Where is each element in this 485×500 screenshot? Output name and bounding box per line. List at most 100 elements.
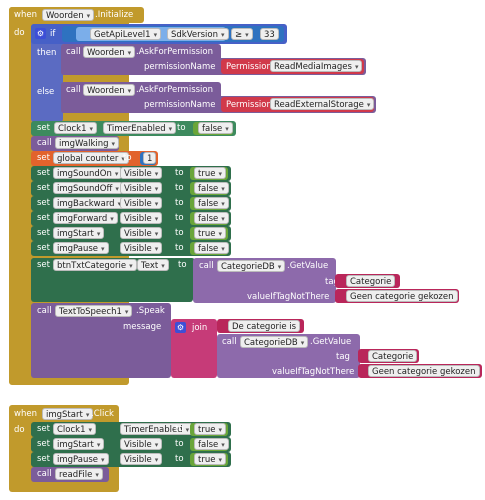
property-dropdown[interactable]: Visible bbox=[120, 182, 163, 194]
component-dropdown[interactable]: imgForward bbox=[53, 212, 118, 224]
to-label: to bbox=[175, 228, 184, 238]
component-dropdown[interactable]: imgStart bbox=[53, 438, 105, 450]
to-label: to bbox=[175, 213, 184, 223]
variable-dropdown[interactable]: global counter bbox=[53, 152, 129, 164]
call-label: call bbox=[66, 85, 81, 95]
to-label: to bbox=[175, 198, 184, 208]
procedure-dropdown[interactable]: imgWalking bbox=[55, 137, 120, 149]
api-component-dropdown[interactable]: GetApiLevel1 bbox=[90, 28, 162, 40]
boolean-dropdown[interactable]: false bbox=[194, 438, 229, 450]
to-label: to bbox=[175, 168, 184, 178]
param-label: valueIfTagNotThere bbox=[272, 367, 355, 377]
component-dropdown[interactable]: imgSoundOff bbox=[53, 182, 123, 194]
to-label: to bbox=[177, 123, 186, 133]
compare-operator-dropdown[interactable]: ≥ bbox=[231, 28, 253, 40]
param-label: permissionName bbox=[144, 100, 216, 110]
component-dropdown[interactable]: imgBackward bbox=[53, 197, 126, 209]
set-label: set bbox=[37, 183, 50, 193]
then-label: then bbox=[37, 48, 57, 58]
method-name: .AskForPermission bbox=[136, 47, 213, 57]
permission-component-dropdown[interactable]: Woorden bbox=[83, 84, 136, 96]
to-label: to bbox=[175, 424, 184, 434]
permission-label: Permission bbox=[226, 100, 272, 110]
event-name: .Click bbox=[91, 409, 114, 419]
permission-component-dropdown[interactable]: Woorden bbox=[83, 46, 136, 58]
to-label: to bbox=[175, 243, 184, 253]
text-value[interactable]: Geen categorie gekozen bbox=[346, 290, 458, 302]
component-dropdown[interactable]: imgPause bbox=[53, 242, 109, 254]
boolean-dropdown[interactable]: false bbox=[194, 197, 229, 209]
permission-dropdown[interactable]: ReadMediaImages bbox=[270, 60, 363, 72]
do-label: do bbox=[14, 28, 25, 38]
param-label: permissionName bbox=[144, 62, 216, 72]
procedure-dropdown[interactable]: readFile bbox=[55, 468, 103, 480]
property-dropdown[interactable]: TimerEnabled bbox=[103, 122, 177, 134]
event-component-dropdown[interactable]: imgStart bbox=[42, 408, 94, 420]
call-label: call bbox=[66, 47, 81, 57]
tts-component-dropdown[interactable]: TextToSpeech1 bbox=[55, 305, 133, 317]
to-label: to bbox=[178, 260, 187, 270]
call-label: call bbox=[222, 337, 237, 347]
boolean-dropdown[interactable]: false bbox=[198, 122, 233, 134]
boolean-dropdown[interactable]: false bbox=[194, 212, 229, 224]
number-value[interactable]: 1 bbox=[143, 152, 157, 164]
api-number-value[interactable]: 33 bbox=[260, 28, 279, 40]
call-label: call bbox=[37, 138, 52, 148]
to-label: to bbox=[175, 454, 184, 464]
set-label: set bbox=[37, 153, 50, 163]
property-dropdown[interactable]: Visible bbox=[120, 227, 163, 239]
db-component-dropdown[interactable]: CategorieDB bbox=[217, 260, 286, 272]
to-label: to bbox=[123, 153, 132, 163]
event-component-dropdown[interactable]: Woorden bbox=[42, 9, 95, 21]
boolean-dropdown[interactable]: false bbox=[194, 182, 229, 194]
component-dropdown[interactable]: btnTxtCategorie bbox=[53, 259, 137, 271]
set-label: set bbox=[37, 198, 50, 208]
db-component-dropdown[interactable]: CategorieDB bbox=[240, 336, 309, 348]
property-dropdown[interactable]: Visible bbox=[120, 197, 163, 209]
boolean-dropdown[interactable]: true bbox=[194, 423, 226, 435]
set-label: set bbox=[37, 424, 50, 434]
if-label: if bbox=[50, 29, 56, 39]
boolean-dropdown[interactable]: false bbox=[194, 242, 229, 254]
boolean-dropdown[interactable]: true bbox=[194, 227, 226, 239]
call-label: call bbox=[199, 261, 214, 271]
property-dropdown[interactable]: Text bbox=[137, 259, 169, 271]
do-label: do bbox=[14, 425, 25, 435]
text-value[interactable]: De categorie is bbox=[228, 320, 301, 332]
permission-dropdown[interactable]: ReadExternalStorage bbox=[270, 98, 375, 110]
else-label: else bbox=[37, 87, 55, 97]
boolean-dropdown[interactable]: true bbox=[194, 167, 226, 179]
property-dropdown[interactable]: Visible bbox=[120, 167, 163, 179]
text-value[interactable]: Categorie bbox=[346, 275, 396, 287]
set-label: set bbox=[37, 123, 50, 133]
property-dropdown[interactable]: Visible bbox=[120, 212, 163, 224]
to-label: to bbox=[175, 439, 184, 449]
set-label: set bbox=[37, 454, 50, 464]
gear-icon[interactable]: ⚙ bbox=[35, 28, 46, 39]
text-value[interactable]: Geen categorie gekozen bbox=[368, 365, 480, 377]
join-label: join bbox=[192, 323, 208, 333]
property-dropdown[interactable]: Visible bbox=[120, 438, 163, 450]
event-name: .Initialize bbox=[95, 10, 134, 20]
component-dropdown[interactable]: imgStart bbox=[53, 227, 105, 239]
call-label: call bbox=[37, 469, 52, 479]
text-value[interactable]: Categorie bbox=[368, 350, 418, 362]
component-dropdown[interactable]: Clock1 bbox=[54, 122, 98, 134]
property-dropdown[interactable]: Visible bbox=[120, 453, 163, 465]
component-dropdown[interactable]: imgSoundOn bbox=[53, 167, 123, 179]
to-label: to bbox=[175, 183, 184, 193]
component-dropdown[interactable]: imgPause bbox=[53, 453, 109, 465]
property-dropdown[interactable]: Visible bbox=[120, 242, 163, 254]
param-label: message bbox=[123, 322, 162, 332]
when-label: when bbox=[14, 409, 37, 419]
method-name: .AskForPermission bbox=[136, 85, 213, 95]
set-label: set bbox=[37, 260, 50, 270]
call-label: call bbox=[37, 306, 52, 316]
gear-icon[interactable]: ⚙ bbox=[175, 322, 186, 333]
component-dropdown[interactable]: Clock1 bbox=[53, 423, 97, 435]
api-prop-dropdown[interactable]: SdkVersion bbox=[167, 28, 229, 40]
boolean-dropdown[interactable]: true bbox=[194, 453, 226, 465]
set-label: set bbox=[37, 213, 50, 223]
set-label: set bbox=[37, 228, 50, 238]
when-label: when bbox=[14, 10, 37, 20]
